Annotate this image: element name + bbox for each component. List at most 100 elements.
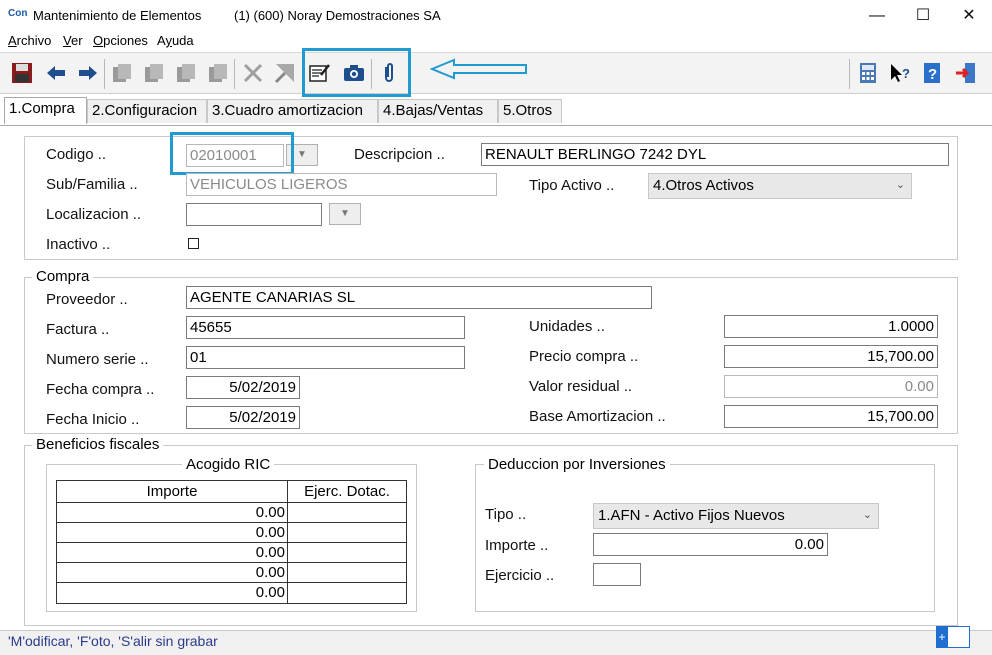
menu-opciones[interactable]: Opciones	[93, 33, 148, 48]
numero-serie-field[interactable]: 01	[186, 346, 465, 369]
inactivo-label: Inactivo ..	[46, 236, 111, 253]
tipo-activo-value: 4.Otros Activos	[653, 177, 754, 194]
unidades-label: Unidades ..	[529, 318, 605, 335]
tab-compra[interactable]: 1.Compra	[4, 97, 87, 124]
ric-ejerc-cell[interactable]	[288, 543, 406, 562]
status-text: 'M'odificar, 'F'oto, 'S'alir sin grabar	[8, 633, 218, 649]
precio-compra-label: Precio compra ..	[529, 348, 639, 365]
calculator-icon[interactable]	[854, 59, 882, 87]
ric-table: Importe Ejerc. Dotac. 0.00 0.00 0.00 0.0…	[56, 480, 407, 604]
precio-compra-field[interactable]: 15,700.00	[724, 345, 938, 368]
deduccion-importe-field[interactable]: 0.00	[593, 533, 828, 556]
tab-configuracion[interactable]: 2.Configuracion	[87, 99, 207, 123]
inactivo-checkbox[interactable]	[188, 238, 199, 249]
menu-archivo[interactable]: Archivo	[8, 33, 51, 48]
localizacion-field[interactable]	[186, 203, 322, 226]
help-book-icon[interactable]: ?	[918, 59, 946, 87]
tipo-activo-select[interactable]: 4.Otros Activos ⌄	[648, 173, 912, 199]
valor-residual-field[interactable]: 0.00	[724, 375, 938, 398]
table-row: 0.00	[57, 523, 406, 543]
copy-doc-icon[interactable]	[204, 59, 232, 87]
deduccion-tipo-label: Tipo ..	[485, 506, 527, 523]
highlight-box-codigo	[170, 132, 294, 175]
beneficios-group-title: Beneficios fiscales	[32, 436, 164, 453]
copy-doc-icon[interactable]	[108, 59, 136, 87]
proveedor-field[interactable]: AGENTE CANARIAS SL	[186, 286, 652, 309]
svg-text:?: ?	[902, 66, 910, 81]
deduccion-group-title: Deduccion por Inversiones	[484, 456, 670, 473]
save-icon[interactable]	[8, 59, 36, 87]
minimize-button[interactable]: —	[854, 0, 900, 32]
table-row: 0.00	[57, 503, 406, 523]
base-amortizacion-label: Base Amortizacion ..	[529, 408, 666, 425]
status-bar: 'M'odificar, 'F'oto, 'S'alir sin grabar	[0, 630, 992, 655]
localizacion-dropdown-button[interactable]: ▼	[329, 203, 361, 225]
ric-col-importe: Importe	[57, 481, 288, 502]
base-amortizacion-field[interactable]: 15,700.00	[724, 405, 938, 428]
plus-icon[interactable]: +	[936, 626, 948, 648]
ric-ejerc-cell[interactable]	[288, 523, 406, 542]
menu-ver[interactable]: Ver	[63, 33, 83, 48]
ric-importe-cell[interactable]: 0.00	[57, 583, 288, 603]
title-bar: Con Mantenimiento de Elementos (1) (600)…	[0, 0, 992, 32]
app-icon: Con	[8, 8, 28, 19]
ric-importe-cell[interactable]: 0.00	[57, 503, 288, 522]
toolbar-separator	[234, 59, 235, 89]
chevron-down-icon: ⌄	[862, 509, 872, 521]
annotation-arrow-icon	[430, 58, 527, 80]
deduccion-tipo-select[interactable]: 1.AFN - Activo Fijos Nuevos ⌄	[593, 503, 879, 529]
tipo-activo-label: Tipo Activo ..	[529, 177, 615, 194]
tab-bajas-ventas[interactable]: 4.Bajas/Ventas	[378, 99, 498, 123]
maximize-button[interactable]: ☐	[900, 0, 946, 32]
copy-doc-icon[interactable]	[172, 59, 200, 87]
menu-ayuda[interactable]: Ayuda	[157, 33, 194, 48]
ric-group-title: Acogido RIC	[182, 456, 275, 473]
localizacion-label: Localizacion ..	[46, 206, 142, 223]
table-row: 0.00	[57, 563, 406, 583]
help-cursor-icon[interactable]: ?	[886, 59, 914, 87]
close-button[interactable]: ✕	[946, 0, 992, 32]
tab-strip: 1.Compra 2.Configuracion 3.Cuadro amorti…	[0, 97, 992, 125]
codigo-label: Codigo ..	[46, 146, 107, 163]
ric-importe-cell[interactable]: 0.00	[57, 523, 288, 542]
factura-label: Factura ..	[46, 321, 110, 338]
tab-cuadro-amortizacion[interactable]: 3.Cuadro amortizacion	[207, 99, 378, 123]
company-label: (1) (600) Noray Demostraciones SA	[234, 8, 441, 23]
ric-importe-cell[interactable]: 0.00	[57, 563, 288, 582]
fecha-inicio-field[interactable]: 5/02/2019	[186, 406, 300, 429]
deduccion-ejercicio-label: Ejercicio ..	[485, 567, 555, 584]
svg-text:?: ?	[928, 66, 937, 83]
deduccion-ejercicio-field[interactable]	[593, 563, 641, 586]
fecha-compra-field[interactable]: 5/02/2019	[186, 376, 300, 399]
expand-icon[interactable]	[271, 59, 299, 87]
copy-doc-icon[interactable]	[140, 59, 168, 87]
fecha-compra-label: Fecha compra ..	[46, 381, 155, 398]
highlight-box-tools	[302, 48, 411, 97]
descripcion-label: Descripcion ..	[354, 146, 445, 163]
factura-field[interactable]: 45655	[186, 316, 465, 339]
back-arrow-icon[interactable]	[42, 59, 70, 87]
exit-door-icon[interactable]	[952, 59, 980, 87]
ric-ejerc-cell[interactable]	[288, 503, 406, 522]
ric-table-header: Importe Ejerc. Dotac.	[57, 481, 406, 503]
tab-otros[interactable]: 5.Otros	[498, 99, 562, 123]
subfamilia-field[interactable]: VEHICULOS LIGEROS	[186, 173, 497, 196]
descripcion-field[interactable]: RENAULT BERLINGO 7242 DYL	[481, 143, 949, 166]
forward-arrow-icon[interactable]	[74, 59, 102, 87]
ric-importe-cell[interactable]: 0.00	[57, 543, 288, 562]
unidades-field[interactable]: 1.0000	[724, 315, 938, 338]
ric-ejerc-cell[interactable]	[288, 583, 406, 603]
table-row: 0.00	[57, 543, 406, 563]
delete-x-icon[interactable]	[239, 59, 267, 87]
table-row: 0.00	[57, 583, 406, 603]
deduccion-importe-label: Importe ..	[485, 537, 549, 554]
valor-residual-label: Valor residual ..	[529, 378, 633, 395]
ric-ejerc-cell[interactable]	[288, 563, 406, 582]
compra-group-title: Compra	[32, 268, 94, 285]
chevron-down-icon: ⌄	[895, 179, 905, 191]
deduccion-tipo-value: 1.AFN - Activo Fijos Nuevos	[598, 507, 785, 524]
menu-bar: Archivo Ver Opciones Ayuda	[0, 32, 992, 52]
toolbar-separator	[104, 59, 105, 89]
fecha-inicio-label: Fecha Inicio ..	[46, 411, 140, 428]
window-title: Mantenimiento de Elementos	[33, 8, 202, 23]
